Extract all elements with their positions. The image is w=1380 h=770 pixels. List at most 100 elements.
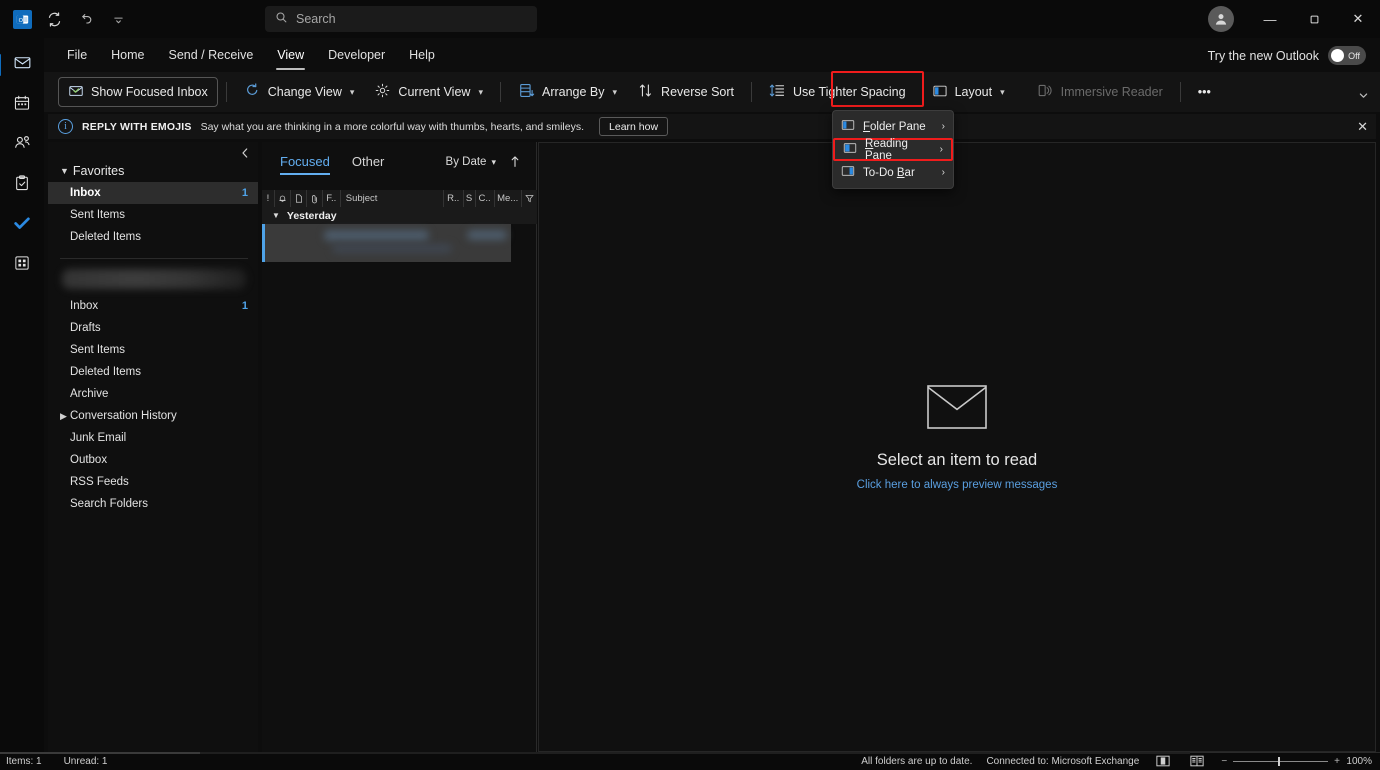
zoom-in-button[interactable]: + [1334, 756, 1340, 767]
column-reminder[interactable] [275, 190, 291, 207]
column-size[interactable]: S [464, 190, 476, 207]
menu-item-reading-pane[interactable]: Reading Pane › [833, 138, 953, 161]
folder-item-label: Conversation History [70, 410, 177, 422]
menu-item-folder-pane[interactable]: Folder Pane › [833, 115, 953, 138]
rail-item-calendar[interactable] [5, 88, 39, 122]
column-received[interactable]: R.. [444, 190, 464, 207]
new-outlook-toggle[interactable]: Off [1328, 46, 1366, 65]
chevron-down-icon: ▾ [613, 87, 618, 98]
reverse-sort-icon [637, 82, 654, 102]
view-ribbon: Show Focused Inbox Change View ▾ Current… [44, 72, 1380, 112]
chevron-right-icon[interactable]: ▶ [60, 411, 67, 422]
layout-button[interactable]: Layout ▾ [923, 77, 1014, 107]
tab-send-receive[interactable]: Send / Receive [158, 43, 265, 67]
zoom-slider[interactable] [1233, 761, 1328, 762]
undo-icon[interactable] [72, 5, 100, 33]
favorite-item-deleted-items[interactable]: Deleted Items [48, 226, 258, 248]
rail-item-more-apps[interactable] [5, 248, 39, 282]
folder-item-conversation-history[interactable]: ▶ Conversation History [48, 405, 258, 427]
menu-item-todo-bar[interactable]: To-Do Bar › [833, 161, 953, 184]
normal-view-icon[interactable] [1153, 754, 1173, 768]
close-button[interactable]: ✕ [1336, 0, 1380, 38]
search-box[interactable] [265, 6, 537, 32]
folder-item-label: Search Folders [70, 498, 148, 510]
more-commands-button[interactable]: ••• [1189, 77, 1220, 107]
arrange-by-button[interactable]: Arrange By ▾ [509, 77, 626, 107]
favorite-item-inbox[interactable]: Inbox 1 [48, 182, 258, 204]
favorite-item-sent-items[interactable]: Sent Items [48, 204, 258, 226]
arrange-by-label: Arrange By [542, 85, 605, 99]
minimize-button[interactable]: — [1248, 0, 1292, 38]
info-icon: i [58, 119, 73, 134]
info-bar-headline: REPLY WITH EMOJIS [82, 121, 192, 133]
column-subject[interactable]: Subject [341, 190, 444, 207]
rail-item-mail[interactable] [5, 48, 39, 82]
rail-item-people[interactable] [5, 128, 39, 162]
show-focused-inbox-button[interactable]: Show Focused Inbox [58, 77, 218, 107]
zoom-slider-thumb[interactable] [1278, 757, 1280, 766]
column-attachment[interactable] [307, 190, 322, 207]
folder-pane-collapse-button[interactable] [240, 147, 250, 162]
column-from[interactable]: F.. [323, 190, 341, 207]
horizontal-scrollbar-thumb[interactable] [0, 752, 200, 754]
tab-file[interactable]: File [56, 43, 98, 67]
rail-item-todo[interactable] [5, 208, 39, 242]
chevron-down-icon: ▼ [272, 211, 280, 220]
use-tighter-spacing-button[interactable]: Use Tighter Spacing [760, 77, 915, 107]
folder-item-inbox[interactable]: Inbox 1 [48, 295, 258, 317]
zoom-control[interactable]: − + 100% [1221, 756, 1372, 767]
folder-item-outbox[interactable]: Outbox [48, 449, 258, 471]
search-input[interactable] [296, 12, 527, 26]
folder-item-drafts[interactable]: Drafts [48, 317, 258, 339]
app-rail [0, 38, 44, 770]
sort-direction-button[interactable] [510, 155, 520, 171]
folder-item-archive[interactable]: Archive [48, 383, 258, 405]
folder-item-sent-items[interactable]: Sent Items [48, 339, 258, 361]
favorite-item-label: Deleted Items [70, 231, 141, 243]
send-receive-icon[interactable] [40, 5, 68, 33]
show-focused-inbox-label: Show Focused Inbox [91, 85, 208, 99]
tab-other[interactable]: Other [352, 154, 385, 175]
tab-view[interactable]: View [266, 43, 315, 67]
tab-help[interactable]: Help [398, 43, 446, 67]
learn-how-button[interactable]: Learn how [599, 117, 668, 136]
new-outlook-toggle-group[interactable]: Try the new Outlook Off [1208, 46, 1366, 65]
column-mentions[interactable]: Me... [495, 190, 522, 207]
sort-by-button[interactable]: By Date ▾ [446, 156, 496, 168]
zoom-out-button[interactable]: − [1221, 756, 1227, 767]
menu-item-folder-pane-label: Folder Pane [863, 121, 934, 133]
current-view-button[interactable]: Current View ▾ [365, 77, 492, 107]
favorites-header[interactable]: ▼ Favorites [48, 160, 258, 182]
customize-qat-icon[interactable] [104, 5, 132, 33]
column-importance[interactable]: ! [262, 190, 275, 207]
immersive-reader-button: Immersive Reader [1028, 77, 1172, 107]
folder-item-label: Inbox [70, 300, 98, 312]
info-bar-close-button[interactable]: ✕ [1357, 119, 1368, 135]
message-group-header[interactable]: ▼ Yesterday [262, 207, 537, 224]
folder-item-deleted-items[interactable]: Deleted Items [48, 361, 258, 383]
maximize-button[interactable] [1292, 0, 1336, 38]
tab-developer[interactable]: Developer [317, 43, 396, 67]
avatar[interactable] [1208, 6, 1234, 32]
reverse-sort-button[interactable]: Reverse Sort [628, 77, 743, 107]
folder-item-junk-email[interactable]: Junk Email [48, 427, 258, 449]
rail-item-tasks[interactable] [5, 168, 39, 202]
column-categories[interactable]: C.. [476, 190, 495, 207]
tab-home[interactable]: Home [100, 43, 155, 67]
layout-icon [932, 83, 948, 102]
filter-icon[interactable] [522, 190, 537, 207]
always-preview-messages-link[interactable]: Click here to always preview messages [857, 479, 1058, 491]
ribbon-collapse-button[interactable] [1352, 86, 1374, 104]
calendar-icon [13, 94, 31, 117]
reading-view-icon[interactable] [1187, 754, 1207, 768]
change-view-button[interactable]: Change View ▾ [235, 77, 364, 107]
horizontal-scrollbar-track[interactable] [200, 752, 1190, 754]
tab-focused[interactable]: Focused [280, 154, 330, 175]
column-icon[interactable] [291, 190, 307, 207]
chevron-right-icon: › [940, 144, 943, 155]
folder-item-search-folders[interactable]: Search Folders [48, 493, 258, 515]
message-list-row[interactable] [262, 224, 511, 262]
message-list-pane: Focused Other By Date ▾ ! F.. Subject R.… [262, 142, 537, 752]
folder-item-rss-feeds[interactable]: RSS Feeds [48, 471, 258, 493]
account-name-redacted[interactable] [62, 269, 246, 289]
